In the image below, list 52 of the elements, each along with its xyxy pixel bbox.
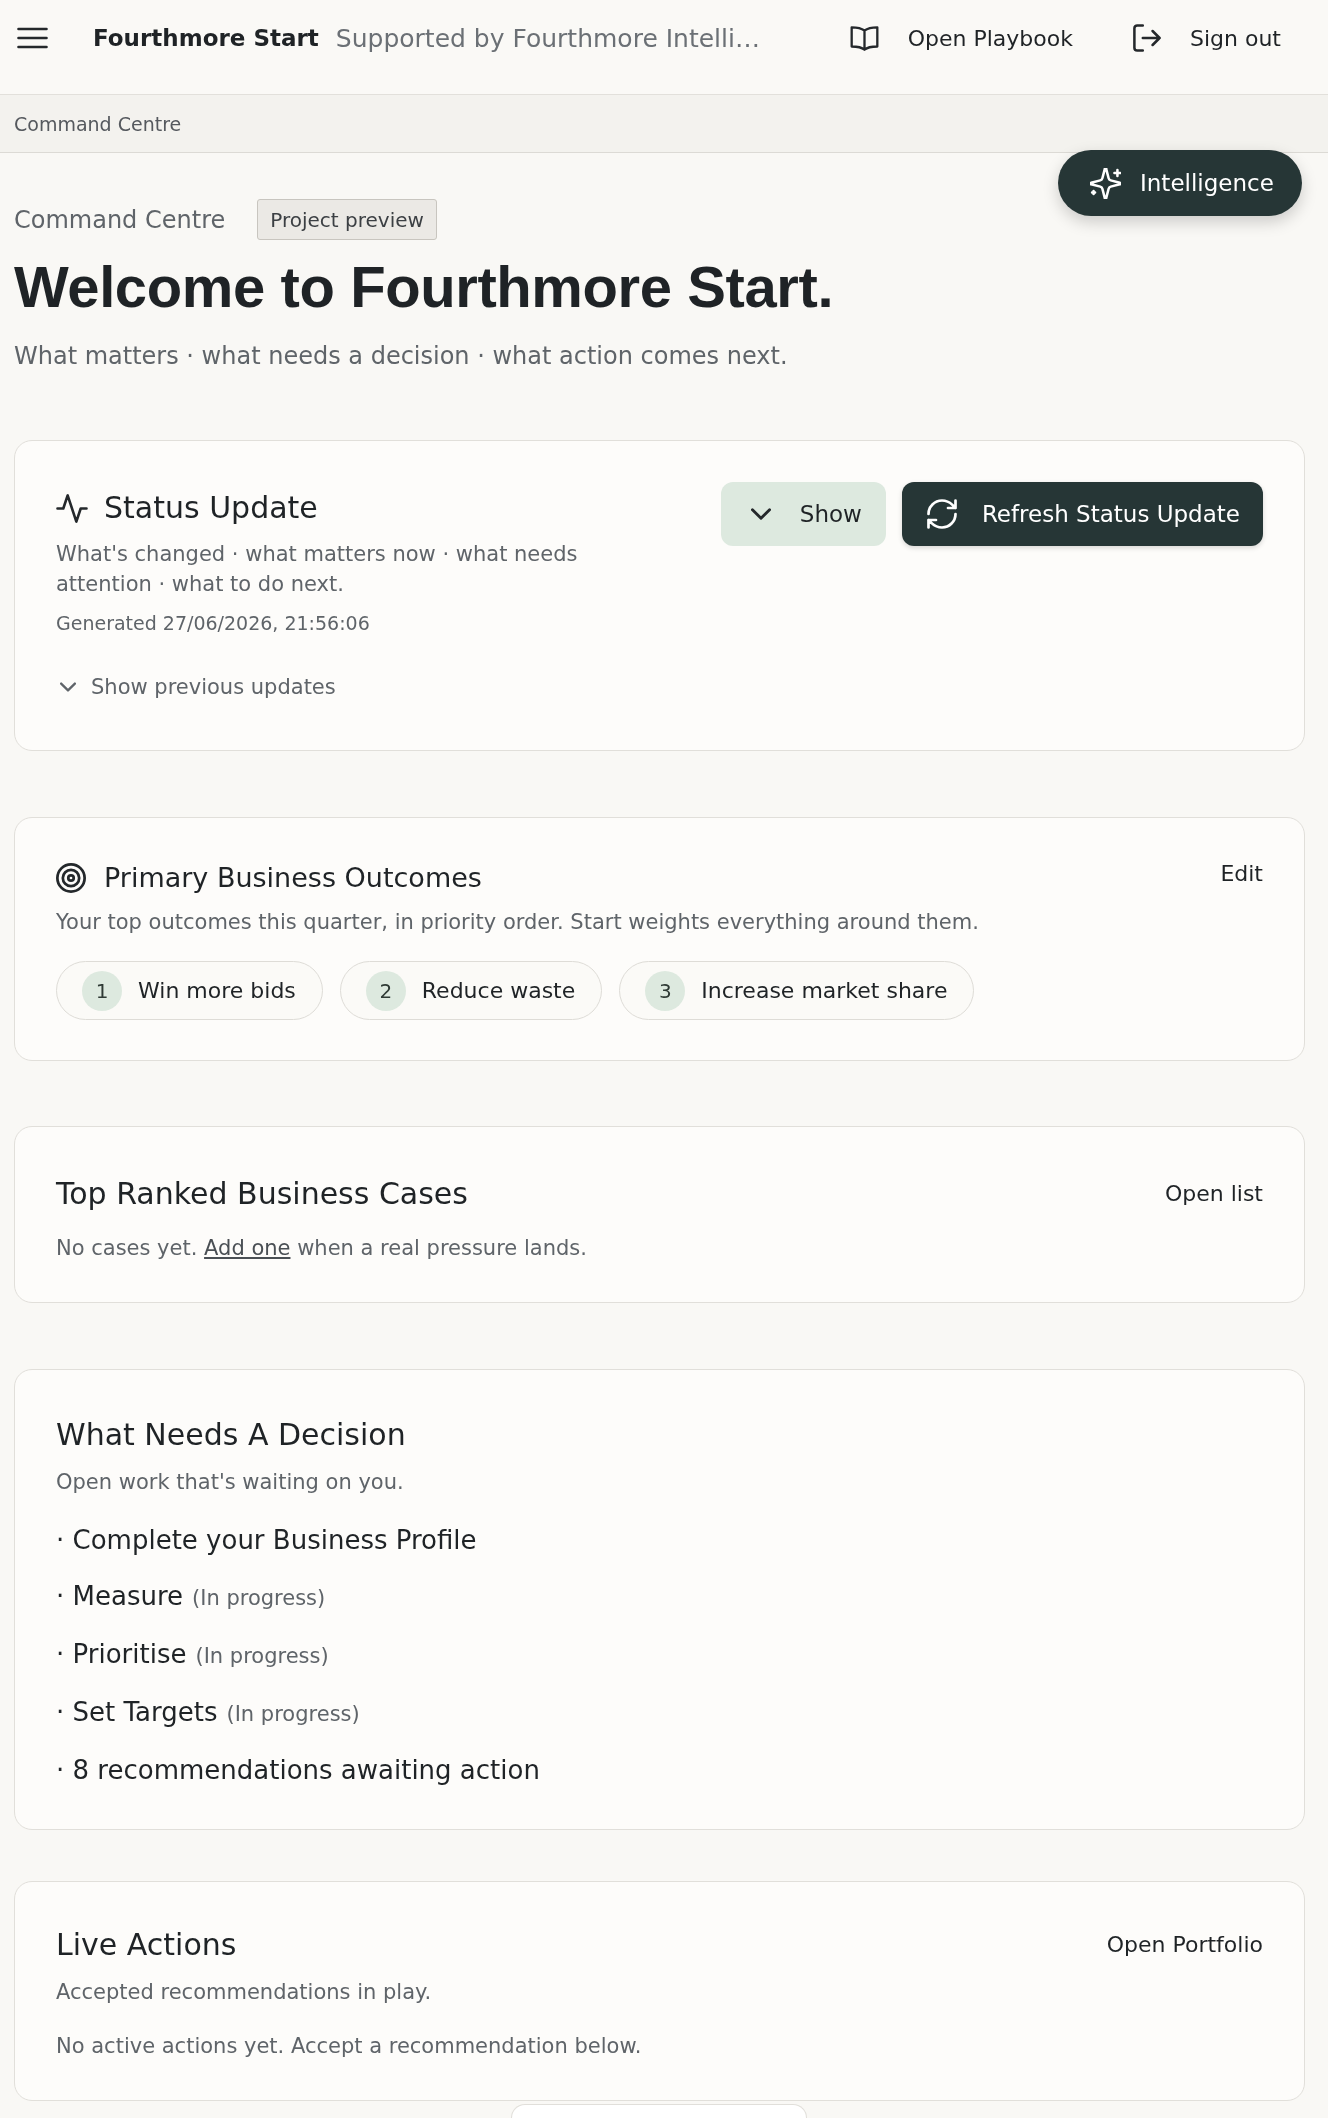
menu-icon[interactable] <box>17 27 48 49</box>
chevron-down-icon <box>750 508 771 520</box>
breadcrumb-item[interactable]: Command Centre <box>14 112 182 135</box>
decision-item: · Prioritise <box>56 1638 187 1671</box>
edit-link[interactable]: Edit <box>1220 857 1263 891</box>
page-title: Welcome to Fourthmore Start. <box>14 253 835 320</box>
decision-item: · 8 recommendations awaiting action <box>56 1754 540 1787</box>
header-link[interactable]: Sign out <box>1133 24 1281 52</box>
card-description: What's changed · what matters now · what needs attention · what to do next. <box>56 541 579 598</box>
open-portfolio-link[interactable]: Open Portfolio <box>1106 1923 1263 1967</box>
page-subtitle: What matters · what needs a decision · what action comes next. <box>14 341 789 372</box>
page-eyebrow: Command Centre <box>14 205 226 234</box>
open-list-link[interactable]: Open list <box>1164 1172 1263 1216</box>
rank-number: 2 <box>365 970 406 1011</box>
decision-item: · Measure <box>56 1580 184 1613</box>
decision-item: · Complete your Business Profile <box>56 1524 477 1557</box>
show-button[interactable]: Show <box>720 482 886 546</box>
empty-state-text: No cases yet. Add one when a real pressure lands. <box>56 1235 588 1262</box>
card-title: Status Update <box>104 489 318 527</box>
refresh-button[interactable]: Refresh Status Update <box>901 482 1263 546</box>
item-status: (In progress) <box>226 1701 360 1728</box>
previous-updates-toggle[interactable]: Show previous updates <box>56 672 336 702</box>
app-tagline: Supported by Fourthmore Intelli… <box>335 23 760 53</box>
chevron-down-icon <box>60 682 76 692</box>
add-one-link[interactable]: Add one <box>204 1236 291 1260</box>
book-icon <box>849 25 879 51</box>
generated-timestamp: Generated 27/06/2026, 21:56:06 <box>56 611 371 636</box>
outcome-label: Win more bids <box>138 978 296 1003</box>
preview-badge: Project preview <box>257 199 437 240</box>
outcome-label: Increase market share <box>701 978 948 1003</box>
card-title: What Needs A Decision <box>56 1416 407 1454</box>
sparkle-icon <box>1090 167 1121 199</box>
rank-number: 3 <box>645 970 686 1011</box>
card-title: Top Ranked Business Cases <box>56 1175 468 1213</box>
item-status: (In progress) <box>192 1585 326 1612</box>
card-title: Primary Business Outcomes <box>104 861 482 895</box>
item-status: (In progress) <box>195 1643 329 1670</box>
header-link[interactable]: Open Playbook <box>849 24 1073 52</box>
intelligence-button[interactable]: Intelligence <box>1058 150 1302 216</box>
empty-state-text: No active actions yet. Accept a recommendation below. <box>56 2033 643 2060</box>
card-description: Your top outcomes this quarter, in priority order. Start weights everything around them. <box>56 909 980 936</box>
decision-item: · Set Targets <box>56 1696 218 1729</box>
card-title: Live Actions <box>56 1926 237 1964</box>
card-description: Open work that's waiting on you. <box>56 1469 405 1496</box>
rank-number: 1 <box>82 970 122 1011</box>
logout-icon <box>1133 24 1161 52</box>
target-icon <box>56 863 86 893</box>
app-title: Fourthmore Start <box>93 25 319 51</box>
outcome-label: Reduce waste <box>421 978 576 1003</box>
refresh-icon <box>926 499 957 529</box>
card-description: Accepted recommendations in play. <box>56 1979 433 2006</box>
pulse-icon <box>56 493 88 523</box>
